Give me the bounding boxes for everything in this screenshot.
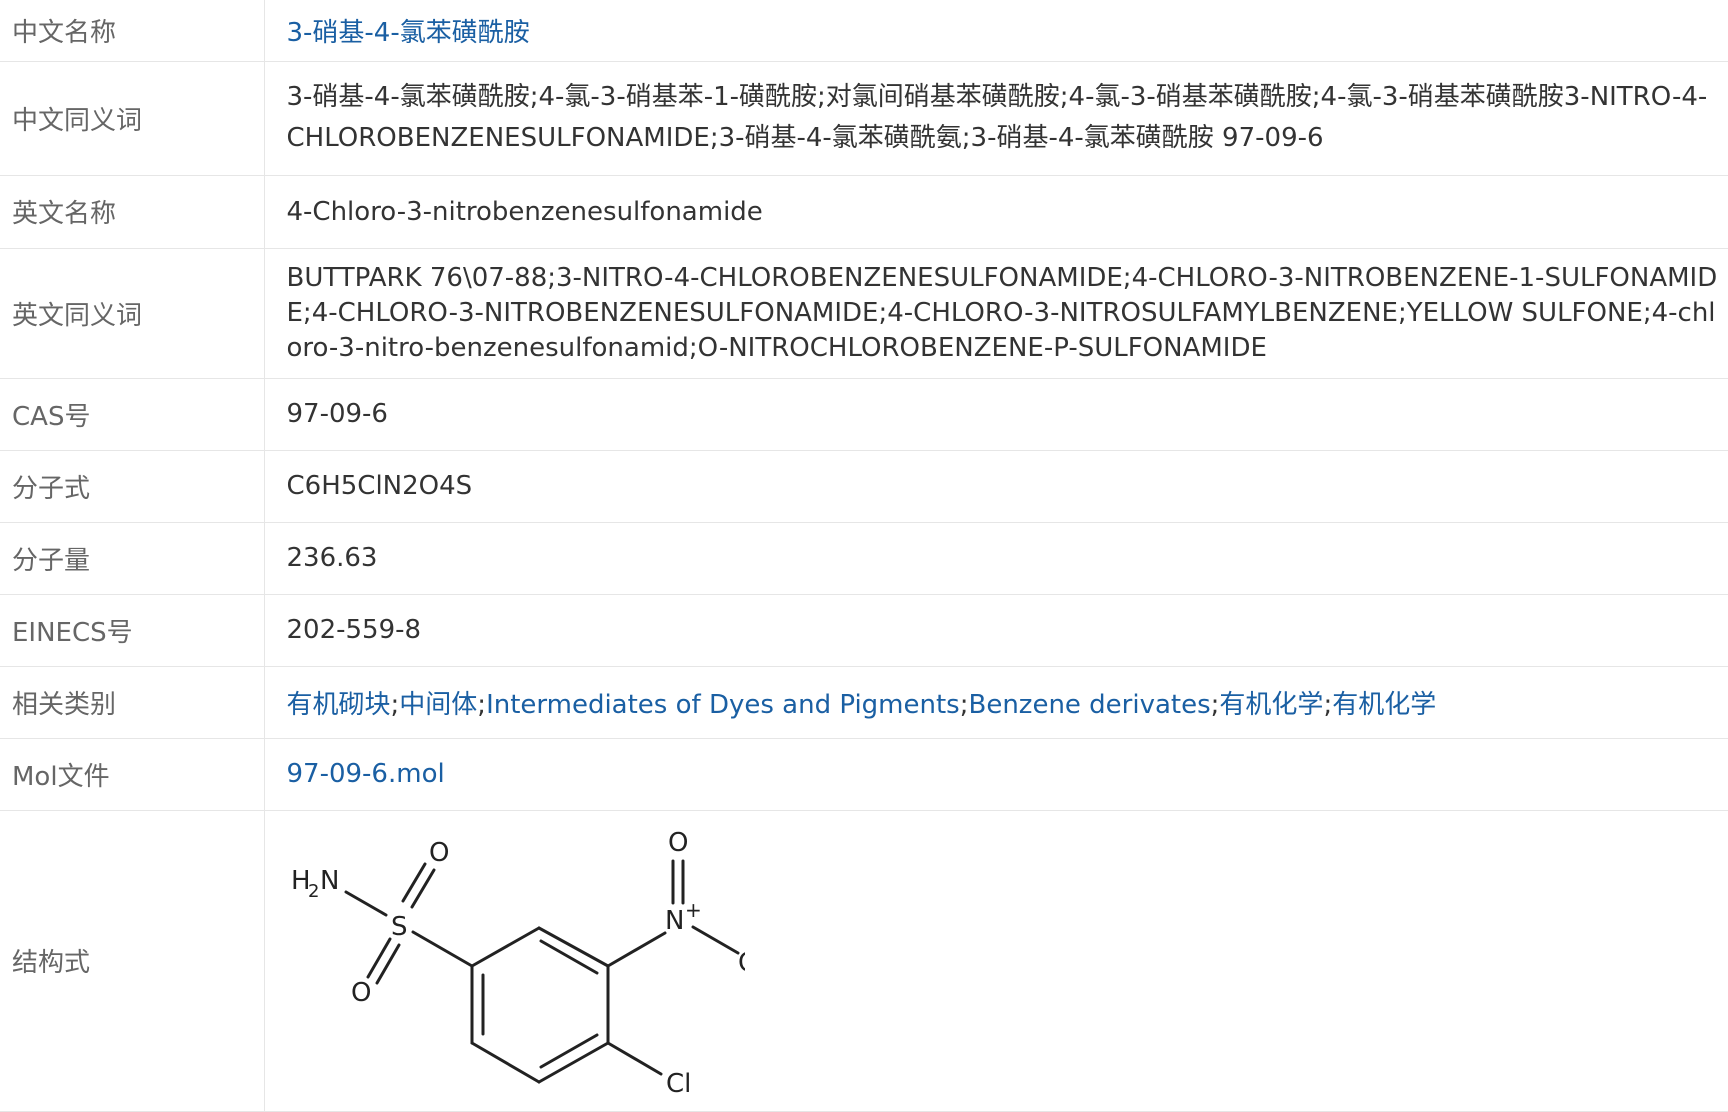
row-label: 中文名称: [0, 0, 265, 62]
row-cn-synonyms: 中文同义词 3-硝基-4-氯苯磺酰胺;4-氯-3-硝基苯-1-磺酰胺;对氯间硝基…: [0, 61, 1728, 176]
category-link-intermediates[interactable]: 中间体: [399, 690, 477, 720]
row-cas: CAS号 97-09-6: [0, 378, 1728, 451]
row-label: CAS号: [0, 378, 265, 451]
en-synonyms-value: BUTTPARK 76\07-88;3-NITRO-4-CHLOROBENZEN…: [264, 248, 1728, 379]
atom-label: O: [668, 828, 688, 858]
atom-label: N: [665, 906, 684, 936]
row-label: 中文同义词: [0, 61, 265, 176]
row-label: 英文名称: [0, 175, 265, 249]
compound-info-table: 中文名称 3-硝基-4-氯苯磺酰胺 中文同义词 3-硝基-4-氯苯磺酰胺;4-氯…: [0, 0, 1728, 1112]
category-separator: ;: [390, 689, 400, 720]
row-formula: 分子式 C6H5ClN2O4S: [0, 450, 1728, 523]
row-en-name: 英文名称 4-Chloro-3-nitrobenzenesulfonamide: [0, 175, 1728, 249]
mw-value: 236.63: [264, 522, 1728, 595]
row-mw: 分子量 236.63: [0, 522, 1728, 595]
row-label: EINECS号: [0, 594, 265, 667]
atom-label: N: [320, 866, 339, 896]
category-link-organic-building-blocks[interactable]: 有机砌块: [287, 690, 391, 720]
row-value: 3-硝基-4-氯苯磺酰胺: [264, 0, 1728, 62]
structure-image: H 2 N S O O O N + O - Cl: [291, 828, 745, 1099]
cas-value: 97-09-6: [264, 378, 1728, 451]
category-separator: ;: [477, 689, 487, 720]
row-label: Mol文件: [0, 738, 265, 811]
cn-synonyms-value: 3-硝基-4-氯苯磺酰胺;4-氯-3-硝基苯-1-磺酰胺;对氯间硝基苯磺酰胺;4…: [264, 61, 1728, 176]
row-label: 相关类别: [0, 666, 265, 739]
row-cn-name: 中文名称 3-硝基-4-氯苯磺酰胺: [0, 0, 1728, 62]
row-label: 分子量: [0, 522, 265, 595]
atom-label: +: [685, 898, 702, 922]
row-structure: 结构式 H 2 N S O O O N + Cl: [0, 810, 1728, 1112]
row-label: 英文同义词: [0, 248, 265, 379]
cn-name-link[interactable]: 3-硝基-4-氯苯磺酰胺: [287, 18, 530, 48]
atom-label: O: [429, 838, 449, 868]
category-link-benzene-derivates[interactable]: Benzene derivates: [968, 690, 1210, 720]
mol-file-value: 97-09-6.mol: [264, 738, 1728, 811]
atom-label: O: [351, 978, 371, 1008]
einecs-value: 202-559-8: [264, 594, 1728, 667]
row-en-synonyms: 英文同义词 BUTTPARK 76\07-88;3-NITRO-4-CHLORO…: [0, 248, 1728, 379]
category-link-dyes-pigments[interactable]: Intermediates of Dyes and Pigments: [486, 690, 960, 720]
row-categories: 相关类别 有机砌块;中间体;Intermediates of Dyes and …: [0, 666, 1728, 739]
formula-value: C6H5ClN2O4S: [264, 450, 1728, 523]
atom-label: Cl: [666, 1069, 691, 1099]
atom-label: S: [391, 912, 408, 942]
row-mol-file: Mol文件 97-09-6.mol: [0, 738, 1728, 811]
atom-label: 2: [308, 881, 319, 902]
en-name-value: 4-Chloro-3-nitrobenzenesulfonamide: [264, 175, 1728, 249]
categories-value: 有机砌块;中间体;Intermediates of Dyes and Pigme…: [264, 666, 1728, 739]
category-link-organic-chemistry-2[interactable]: 有机化学: [1332, 690, 1436, 720]
category-link-organic-chemistry[interactable]: 有机化学: [1219, 690, 1323, 720]
row-label: 结构式: [0, 810, 265, 1112]
structure-cell: H 2 N S O O O N + O - Cl: [264, 810, 1728, 1112]
atom-label: O: [738, 948, 745, 978]
category-separator: ;: [1323, 689, 1333, 720]
mol-file-link[interactable]: 97-09-6.mol: [287, 759, 445, 789]
row-einecs: EINECS号 202-559-8: [0, 594, 1728, 667]
row-label: 分子式: [0, 450, 265, 523]
